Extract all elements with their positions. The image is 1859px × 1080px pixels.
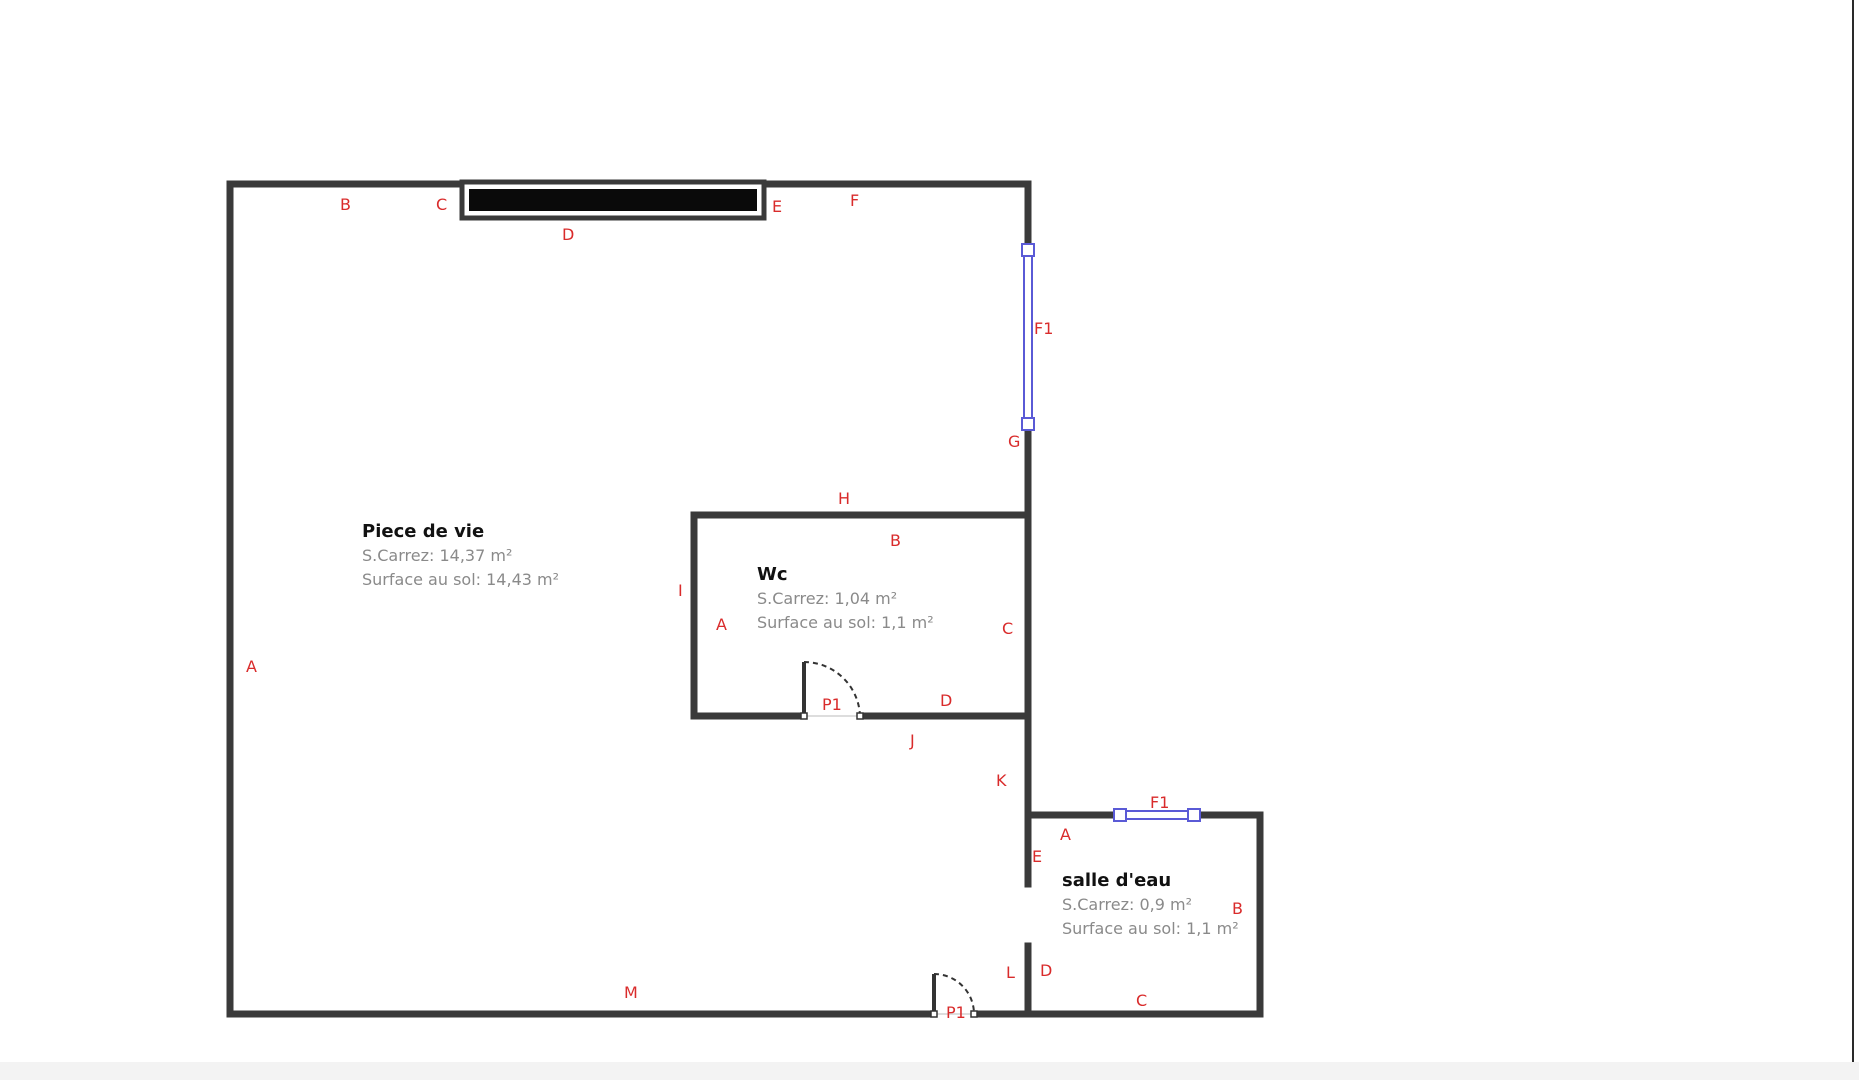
radiator-block[interactable]	[459, 179, 767, 221]
labels-piece-de-vie: A B C D E F F1 G H I J K L M P1	[246, 191, 1053, 1022]
wall-label-i: I	[678, 581, 683, 600]
room-carrez: S.Carrez: 1,04 m²	[757, 589, 897, 608]
room-info-wc[interactable]: Wc S.Carrez: 1,04 m² Surface au sol: 1,1…	[757, 564, 934, 632]
wc-door-label-p1: P1	[822, 695, 842, 714]
door-label-p1: P1	[946, 1003, 966, 1022]
wall-label-c: C	[436, 195, 447, 214]
room-carrez: S.Carrez: 14,37 m²	[362, 546, 512, 565]
room-name: salle d'eau	[1062, 870, 1171, 891]
sde-wall-label-b: B	[1232, 899, 1243, 918]
window-f1-living[interactable]	[1021, 243, 1035, 431]
wall-label-e: E	[772, 197, 782, 216]
sde-wall-label-c: C	[1136, 991, 1147, 1010]
wc-wall-label-a: A	[716, 615, 727, 634]
room-name: Wc	[757, 564, 788, 585]
wall-label-j: J	[909, 731, 915, 750]
room-surface-sol: Surface au sol: 1,1 m²	[757, 613, 934, 632]
sde-window-label-f1: F1	[1150, 793, 1169, 812]
sde-wall-label-e: E	[1032, 847, 1042, 866]
room-carrez: S.Carrez: 0,9 m²	[1062, 895, 1192, 914]
wall-label-b: B	[340, 195, 351, 214]
wall-label-h: H	[838, 489, 850, 508]
room-surface-sol: Surface au sol: 14,43 m²	[362, 570, 559, 589]
room-info-piece-de-vie[interactable]: Piece de vie S.Carrez: 14,37 m² Surface …	[362, 521, 559, 589]
wc-wall-label-c: C	[1002, 619, 1013, 638]
room-info-salle-d-eau[interactable]: salle d'eau S.Carrez: 0,9 m² Surface au …	[1062, 870, 1239, 938]
floor-plan[interactable]: A B C D E F F1 G H I J K L M P1 A B C D …	[0, 0, 1859, 1080]
wall-label-m: M	[624, 983, 638, 1002]
sde-wall-label-a: A	[1060, 825, 1071, 844]
wc-wall-label-d: D	[940, 691, 952, 710]
sde-wall-label-d: D	[1040, 961, 1052, 980]
room-surface-sol: Surface au sol: 1,1 m²	[1062, 919, 1239, 938]
wall-label-g: G	[1008, 432, 1020, 451]
wall-label-l: L	[1006, 963, 1015, 982]
room-name: Piece de vie	[362, 521, 484, 542]
wall-label-a: A	[246, 657, 257, 676]
wc-wall-label-b: B	[890, 531, 901, 550]
window-label-f1: F1	[1034, 319, 1053, 338]
wall-label-f: F	[850, 191, 859, 210]
wall-label-d: D	[562, 225, 574, 244]
wall-label-k: K	[996, 771, 1007, 790]
